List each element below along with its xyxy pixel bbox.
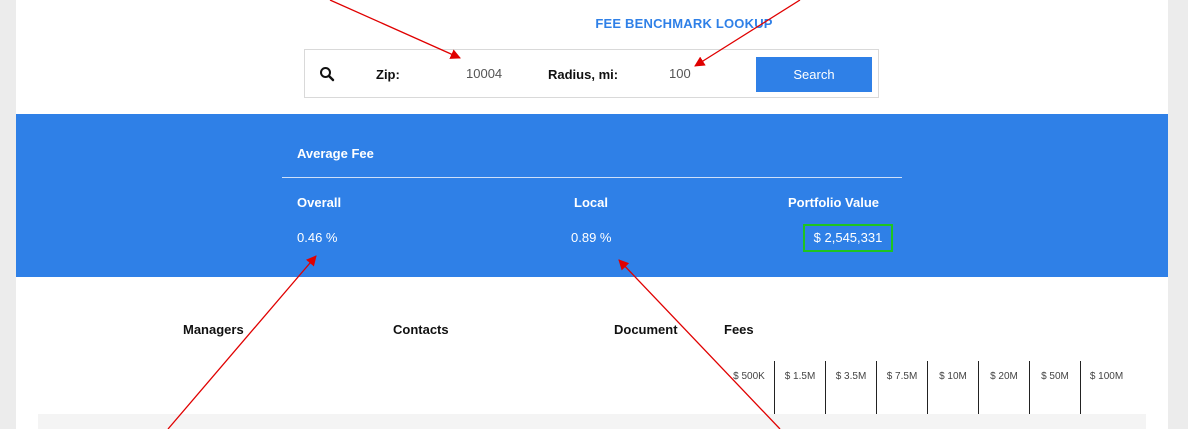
page-title: FEE BENCHMARK LOOKUP — [595, 16, 773, 31]
panel-divider — [282, 177, 902, 178]
local-value: 0.89 % — [571, 230, 612, 245]
radius-label: Radius, mi: — [548, 67, 619, 82]
fee-bracket-1-5m: $ 1.5M — [774, 361, 825, 415]
average-fee-panel: Average Fee Overall Local Portfolio Valu… — [16, 114, 1168, 277]
fee-bracket-500k: $ 500K — [733, 371, 765, 382]
fee-bracket-100m: $ 100M — [1080, 361, 1132, 415]
average-fee-title: Average Fee — [297, 146, 374, 161]
page: FEE BENCHMARK LOOKUP Zip: 10004 Radius, … — [16, 0, 1168, 429]
overall-value: 0.46 % — [297, 230, 338, 245]
zip-input[interactable]: 10004 — [466, 66, 502, 81]
overall-label: Overall — [297, 195, 342, 210]
zip-label: Zip: — [376, 67, 400, 82]
search-icon[interactable] — [319, 66, 335, 82]
fee-bracket-3-5m: $ 3.5M — [825, 361, 876, 415]
radius-input[interactable]: 100 — [669, 66, 691, 81]
column-header-managers[interactable]: Managers — [183, 322, 244, 337]
local-label: Local — [574, 195, 608, 210]
portfolio-value-label: Portfolio Value — [788, 195, 880, 210]
portfolio-value: $ 2,545,331 — [803, 224, 893, 252]
search-bar: Zip: 10004 Radius, mi: 100 Search — [304, 49, 879, 98]
search-icon-glyph — [320, 67, 335, 82]
fee-bracket-10m: $ 10M — [927, 361, 978, 415]
fee-bracket-50m: $ 50M — [1029, 361, 1080, 415]
fee-bracket-20m: $ 20M — [978, 361, 1029, 415]
table-row — [38, 414, 1146, 429]
column-header-document[interactable]: Document — [614, 322, 678, 337]
column-header-contacts[interactable]: Contacts — [393, 322, 449, 337]
fee-bracket-7-5m: $ 7.5M — [876, 361, 927, 415]
search-button[interactable]: Search — [756, 57, 872, 92]
column-header-fees[interactable]: Fees — [724, 322, 754, 337]
